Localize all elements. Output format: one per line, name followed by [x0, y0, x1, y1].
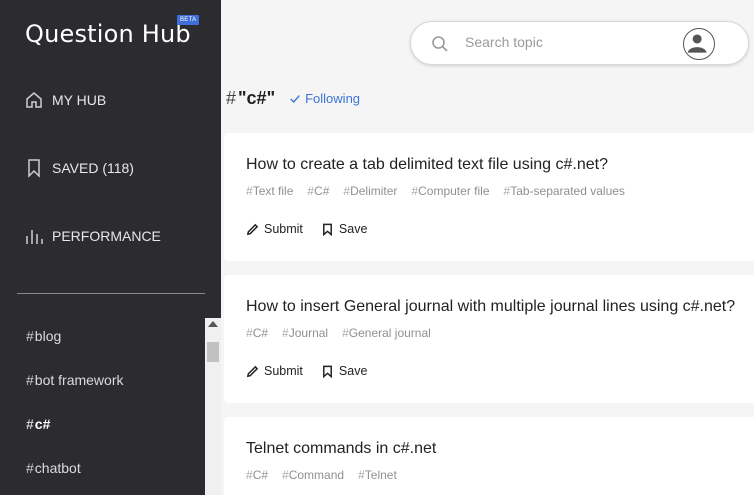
- submit-button[interactable]: Submit: [246, 222, 303, 236]
- question-actions: Submit Save: [246, 364, 367, 378]
- nav-label: MY HUB: [52, 92, 107, 108]
- search-bar[interactable]: [410, 21, 749, 65]
- sidebar-divider: [17, 293, 205, 294]
- question-card: How to create a tab delimited text file …: [224, 133, 754, 261]
- pencil-icon: [246, 223, 259, 235]
- question-card: How to insert General journal with multi…: [224, 275, 754, 403]
- search-input[interactable]: [465, 34, 665, 50]
- sidebar-tag-blog[interactable]: #blog: [26, 328, 61, 344]
- submit-button[interactable]: Submit: [246, 364, 303, 378]
- question-tag[interactable]: #Computer file: [411, 184, 489, 198]
- submit-label: Submit: [264, 364, 303, 378]
- save-button[interactable]: Save: [321, 222, 368, 236]
- user-icon: [687, 34, 707, 53]
- question-tag[interactable]: #Command: [282, 468, 344, 482]
- question-title[interactable]: How to insert General journal with multi…: [246, 298, 735, 316]
- save-button[interactable]: Save: [321, 364, 368, 378]
- topic-hash: #: [226, 88, 237, 108]
- question-tag[interactable]: #Delimiter: [343, 184, 397, 198]
- submit-label: Submit: [264, 222, 303, 236]
- sidebar-scrollbar[interactable]: [205, 318, 221, 495]
- sidebar-tag-csharp[interactable]: #c#: [26, 416, 50, 432]
- question-tag[interactable]: #C#: [246, 468, 268, 482]
- scroll-up-arrow-icon[interactable]: [208, 321, 218, 327]
- question-title[interactable]: How to create a tab delimited text file …: [246, 156, 608, 174]
- beta-badge: BETA: [177, 15, 200, 25]
- bar-chart-icon: [26, 230, 43, 244]
- tag-label: c#: [34, 416, 51, 432]
- bookmark-icon: [28, 159, 40, 178]
- bookmark-icon: [322, 223, 332, 236]
- following-button[interactable]: Following: [289, 91, 360, 106]
- question-tags: #C# #Journal #General journal: [246, 326, 431, 340]
- question-tag[interactable]: #C#: [307, 184, 329, 198]
- question-tag[interactable]: #General journal: [342, 326, 431, 340]
- question-tag[interactable]: #C#: [246, 326, 268, 340]
- topic-header: # "c#" Following: [226, 88, 360, 109]
- check-icon: [290, 94, 300, 103]
- sidebar-tag-chatbot[interactable]: #chatbot: [26, 460, 81, 476]
- nav-label: PERFORMANCE: [52, 228, 161, 244]
- nav-my-hub[interactable]: MY HUB: [24, 90, 106, 110]
- app-title[interactable]: Question Hub: [25, 20, 191, 48]
- main-content: # "c#" Following How to create a tab del…: [221, 0, 754, 495]
- save-label: Save: [338, 364, 368, 378]
- following-label: Following: [305, 91, 361, 106]
- nav-saved[interactable]: SAVED (118): [24, 158, 134, 178]
- sidebar: Question Hub BETA MY HUB SAVED (118) PER…: [0, 0, 221, 495]
- question-tag[interactable]: #Telnet: [358, 468, 397, 482]
- avatar[interactable]: [683, 28, 715, 60]
- question-title[interactable]: Telnet commands in c#.net: [246, 440, 436, 458]
- search-icon: [432, 36, 448, 52]
- question-tags: #C# #Command #Telnet: [246, 468, 397, 482]
- nav-performance[interactable]: PERFORMANCE: [24, 226, 161, 246]
- pencil-icon: [246, 365, 259, 377]
- question-tag[interactable]: #Tab-separated values: [504, 184, 625, 198]
- question-actions: Submit Save: [246, 222, 367, 236]
- question-tag[interactable]: #Text file: [246, 184, 293, 198]
- question-tags: #Text file #C# #Delimiter #Computer file…: [246, 184, 625, 198]
- question-card: Telnet commands in c#.net #C# #Command #…: [224, 417, 754, 495]
- tag-label: chatbot: [34, 460, 81, 476]
- bookmark-icon: [322, 365, 332, 378]
- sidebar-tag-bot-framework[interactable]: #bot framework: [26, 372, 124, 388]
- scroll-thumb[interactable]: [207, 342, 219, 362]
- page-title: "c#": [238, 88, 276, 108]
- tag-label: bot framework: [34, 372, 124, 388]
- question-tag[interactable]: #Journal: [282, 326, 328, 340]
- tag-label: blog: [34, 328, 62, 344]
- home-icon: [26, 92, 42, 108]
- nav-label: SAVED (118): [52, 160, 134, 176]
- save-label: Save: [338, 222, 368, 236]
